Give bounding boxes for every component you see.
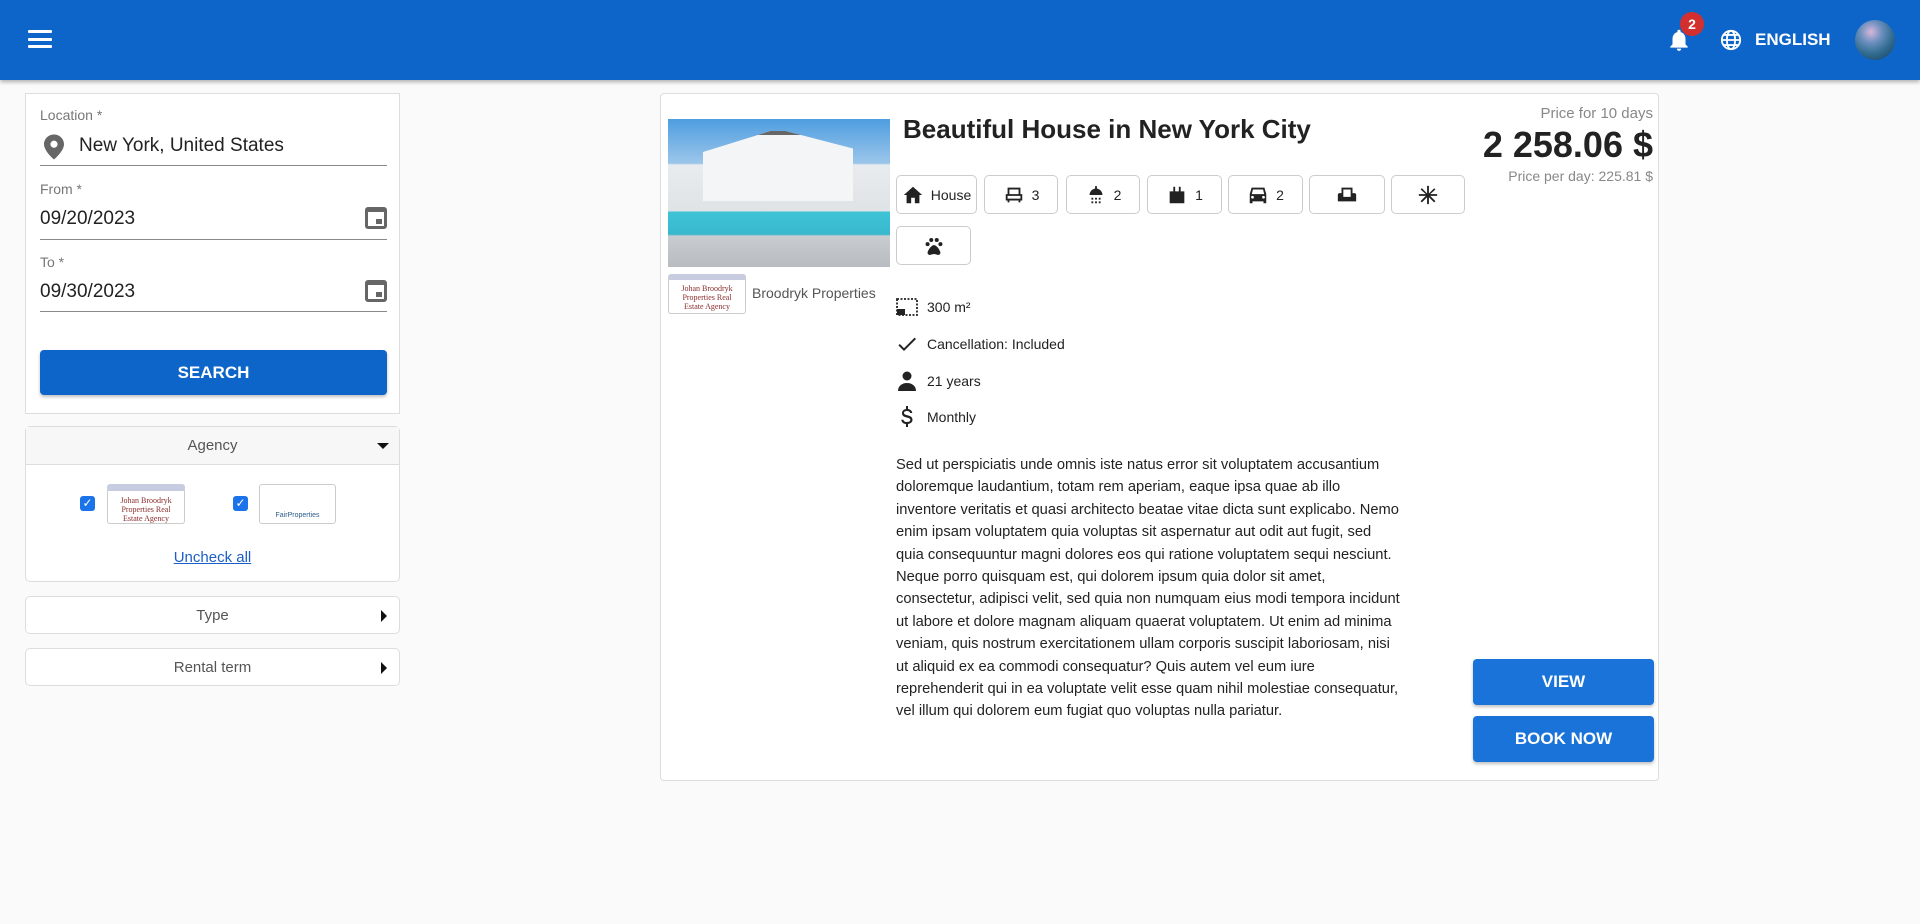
app-header: 2 ENGLISH <box>0 0 1920 80</box>
agency-checkbox-broodryk[interactable]: ✓ <box>80 496 95 511</box>
property-title[interactable]: Beautiful House in New York City <box>903 114 1311 145</box>
feature-value: 2 <box>1113 186 1122 203</box>
type-filter[interactable]: Type <box>25 596 400 634</box>
menu-icon[interactable] <box>28 30 52 50</box>
uncheck-all-link[interactable]: Uncheck all <box>26 549 399 566</box>
rental-term-filter[interactable]: Rental term <box>25 648 400 686</box>
cancellation-value: Cancellation: Included <box>927 336 1065 352</box>
calendar-icon[interactable] <box>365 280 387 302</box>
search-form: Location * New York, United States From … <box>25 93 400 414</box>
feature-value: 1 <box>1195 186 1203 203</box>
from-underline <box>40 239 387 240</box>
rental-term-value: Monthly <box>927 409 977 425</box>
view-button[interactable]: VIEW <box>1473 659 1654 705</box>
feature-pets-allowed <box>896 226 971 265</box>
to-date-input[interactable]: 09/30/2023 <box>40 281 135 303</box>
from-date-input[interactable]: 09/20/2023 <box>40 208 135 230</box>
notification-badge: 2 <box>1680 12 1704 36</box>
agency-name: Broodryk Properties <box>752 285 876 301</box>
size-value: 300 m² <box>927 299 971 315</box>
armchair-icon <box>1337 187 1357 201</box>
book-now-button[interactable]: BOOK NOW <box>1473 716 1654 762</box>
paw-icon <box>925 237 942 255</box>
property-size: 300 m² <box>895 295 971 319</box>
total-price: 2 258.06 $ <box>1482 124 1653 165</box>
property-card: Johan Broodryk Properties Real Estate Ag… <box>660 93 1659 781</box>
feature-value: 2 <box>1276 186 1284 203</box>
rental-term-info: Monthly <box>895 405 976 429</box>
feature-value: House <box>930 186 972 203</box>
area-icon <box>896 298 918 316</box>
bed-icon <box>1005 187 1022 202</box>
location-underline <box>40 165 387 166</box>
price-per-day: Price per day: 225.81 $ <box>1508 168 1653 184</box>
type-filter-label: Type <box>196 607 229 624</box>
feature-furnished <box>1309 175 1385 214</box>
house-icon <box>903 186 922 203</box>
globe-icon[interactable] <box>1720 29 1742 51</box>
min-age-info: 21 years <box>895 369 981 393</box>
min-age-value: 21 years <box>927 373 981 389</box>
snowflake-icon <box>1418 185 1438 204</box>
dollar-icon <box>901 406 913 427</box>
search-button[interactable]: SEARCH <box>40 350 387 395</box>
kitchen-icon <box>1169 186 1185 203</box>
feature-type: House <box>896 175 977 214</box>
caret-right-icon <box>381 662 387 674</box>
feature-parking: 2 <box>1228 175 1303 214</box>
caret-down-icon <box>377 443 389 449</box>
cancellation-info: Cancellation: Included <box>895 332 1065 356</box>
from-label: From * <box>40 181 82 197</box>
avatar[interactable] <box>1855 20 1895 60</box>
location-pin-icon <box>44 134 64 160</box>
agency-checkbox-fairproperties[interactable]: ✓ <box>233 496 248 511</box>
rental-term-filter-label: Rental term <box>173 659 252 676</box>
to-label: To * <box>40 254 65 270</box>
agency-filter-header[interactable]: Agency <box>26 427 399 465</box>
person-icon <box>898 371 916 391</box>
price-caption: Price for 10 days <box>1540 105 1653 122</box>
location-input[interactable]: New York, United States <box>79 135 284 157</box>
location-label: Location * <box>40 107 103 123</box>
property-description: Sed ut perspiciatis unde omnis iste natu… <box>896 457 1400 720</box>
broodryk-logo: Johan Broodryk Properties Real Estate Ag… <box>107 484 185 524</box>
feature-value: 3 <box>1031 186 1040 203</box>
to-underline <box>40 311 387 312</box>
feature-kitchens: 1 <box>1147 175 1222 214</box>
caret-right-icon <box>381 610 387 622</box>
car-icon <box>1249 187 1267 203</box>
fairproperties-logo: FairProperties <box>259 484 336 524</box>
check-icon <box>898 337 916 351</box>
feature-bedrooms: 3 <box>984 175 1058 214</box>
property-photo[interactable] <box>668 119 890 267</box>
feature-bathrooms: 2 <box>1066 175 1140 214</box>
agency-filter-label: Agency <box>187 437 238 454</box>
agency-filter: Agency ✓ Johan Broodryk Properties Real … <box>25 426 400 582</box>
calendar-icon[interactable] <box>365 207 387 229</box>
feature-air-conditioning <box>1391 175 1465 214</box>
agency-logo: Johan Broodryk Properties Real Estate Ag… <box>668 274 746 314</box>
shower-icon <box>1089 185 1103 203</box>
language-selector[interactable]: ENGLISH <box>1755 30 1831 50</box>
